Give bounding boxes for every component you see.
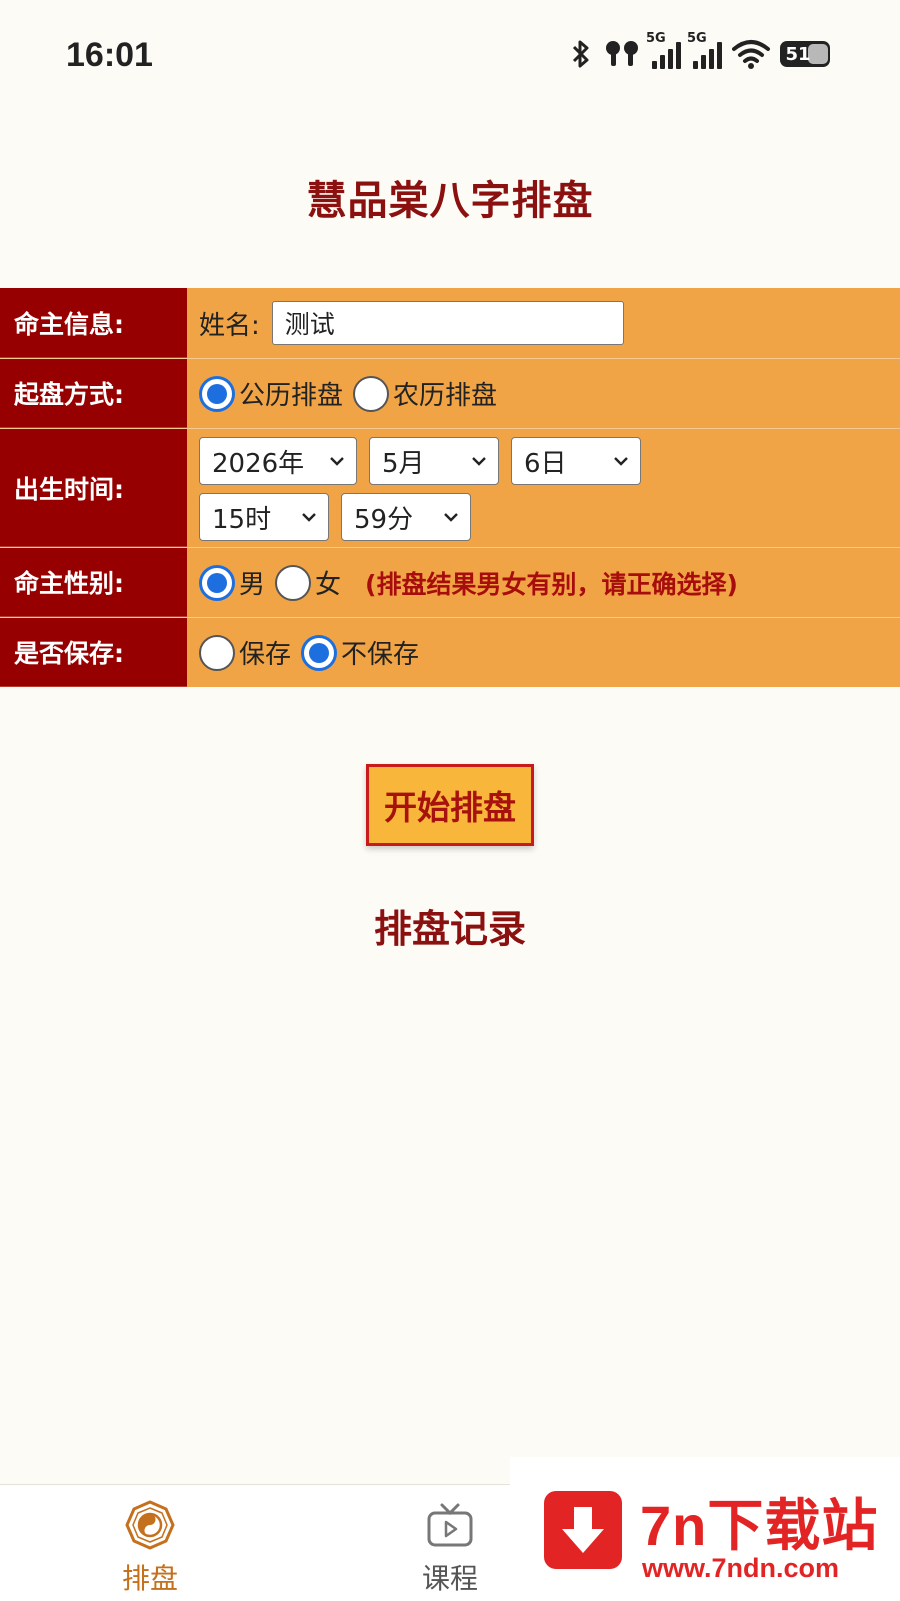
save-option-yes[interactable]: 保存 xyxy=(199,634,291,671)
start-button[interactable]: 开始排盘 xyxy=(366,764,534,846)
method-option-solar[interactable]: 公历排盘 xyxy=(199,375,343,412)
day-select[interactable]: 6日 xyxy=(511,437,641,485)
month-select[interactable]: 5月 xyxy=(369,437,499,485)
bagua-icon xyxy=(125,1500,175,1550)
watermark: 7n下载站 www.7ndn.com xyxy=(510,1457,900,1600)
radio-no-save[interactable] xyxy=(301,634,338,671)
save-option-no[interactable]: 不保存 xyxy=(301,634,419,671)
method-option-label: 农历排盘 xyxy=(393,381,498,411)
year-value: 2026年 xyxy=(212,448,305,479)
signal-icon: 5G xyxy=(687,31,722,69)
radio-lunar[interactable] xyxy=(353,375,390,412)
battery-level: 51 xyxy=(785,43,811,65)
records-title: 排盘记录 xyxy=(373,907,526,951)
gender-hint: (排盘结果男女有别，请正确选择) xyxy=(365,569,738,599)
gender-content: 男 女 (排盘结果男女有别，请正确选择) xyxy=(187,548,900,617)
minute-value: 59分 xyxy=(354,504,414,535)
birth-content: 2026年 5月 6日 15时 59分 xyxy=(187,429,900,547)
watermark-url: www.7ndn.com xyxy=(642,1553,840,1583)
status-icons: 5G 5G 51 xyxy=(568,31,830,74)
chevron-down-icon xyxy=(472,457,486,466)
name-label: 姓名: xyxy=(199,310,260,341)
status-time: 16:01 xyxy=(66,36,153,74)
radio-save[interactable] xyxy=(199,634,235,671)
bluetooth-icon xyxy=(572,40,589,68)
gender-option-male[interactable]: 男 xyxy=(199,564,265,601)
nav-label: 课程 xyxy=(421,1562,478,1595)
battery-icon: 51 xyxy=(780,41,830,67)
year-select[interactable]: 2026年 xyxy=(199,437,357,485)
minute-select[interactable]: 59分 xyxy=(341,493,471,541)
chevron-down-icon xyxy=(330,457,344,466)
earbuds-icon xyxy=(606,41,638,66)
save-content: 保存 不保存 xyxy=(187,618,900,687)
save-label: 是否保存: xyxy=(0,618,187,687)
row-birth: 出生时间: 2026年 5月 6日 15时 59分 xyxy=(0,429,900,548)
chevron-down-icon xyxy=(444,513,458,522)
birth-label: 出生时间: xyxy=(0,429,187,547)
day-value: 6日 xyxy=(524,448,567,479)
chevron-down-icon xyxy=(302,513,316,522)
row-gender: 命主性别: 男 女 (排盘结果男女有别，请正确选择) xyxy=(0,548,900,618)
nav-item-paipan[interactable]: 排盘 xyxy=(90,1499,210,1597)
watermark-name: 7n下载站 xyxy=(640,1494,879,1557)
radio-male[interactable] xyxy=(199,564,235,601)
hour-value: 15时 xyxy=(212,504,272,535)
radio-solar[interactable] xyxy=(199,375,235,412)
method-option-label: 公历排盘 xyxy=(239,381,344,411)
radio-female[interactable] xyxy=(275,564,312,601)
tv-play-icon xyxy=(427,1503,473,1547)
info-label: 命主信息: xyxy=(0,288,187,358)
row-method: 起盘方式: 公历排盘 农历排盘 xyxy=(0,359,900,429)
wifi-icon xyxy=(732,40,770,69)
gender-label: 命主性别: xyxy=(0,548,187,617)
month-value: 5月 xyxy=(382,448,425,479)
method-option-lunar[interactable]: 农历排盘 xyxy=(353,375,497,412)
status-bar: 16:01 5G 5G 51 xyxy=(0,0,900,110)
chevron-down-icon xyxy=(614,457,628,466)
row-save: 是否保存: 保存 不保存 xyxy=(0,618,900,687)
name-input[interactable] xyxy=(271,301,624,345)
save-option-label: 不保存 xyxy=(341,640,420,670)
gender-option-label: 女 xyxy=(315,570,342,600)
nav-item-course[interactable]: 课程 xyxy=(390,1499,510,1597)
method-content: 公历排盘 农历排盘 xyxy=(187,359,900,428)
signal-label: 5G xyxy=(646,31,666,46)
info-content: 姓名: xyxy=(187,288,900,358)
signal-icon: 5G xyxy=(646,31,681,69)
nav-label: 排盘 xyxy=(121,1562,178,1595)
gender-option-female[interactable]: 女 xyxy=(275,564,341,601)
save-option-label: 保存 xyxy=(239,640,292,670)
download-arrow-icon xyxy=(544,1491,622,1569)
hour-select[interactable]: 15时 xyxy=(199,493,329,541)
signal-label: 5G xyxy=(687,31,707,46)
page-title: 慧品棠八字排盘 xyxy=(306,178,594,224)
row-info: 命主信息: 姓名: xyxy=(0,288,900,359)
gender-option-label: 男 xyxy=(239,570,266,600)
bazi-form: 命主信息: 姓名: 起盘方式: 公历排盘 农历排盘 出生时间: 2026年 xyxy=(0,288,900,687)
method-label: 起盘方式: xyxy=(0,359,187,428)
